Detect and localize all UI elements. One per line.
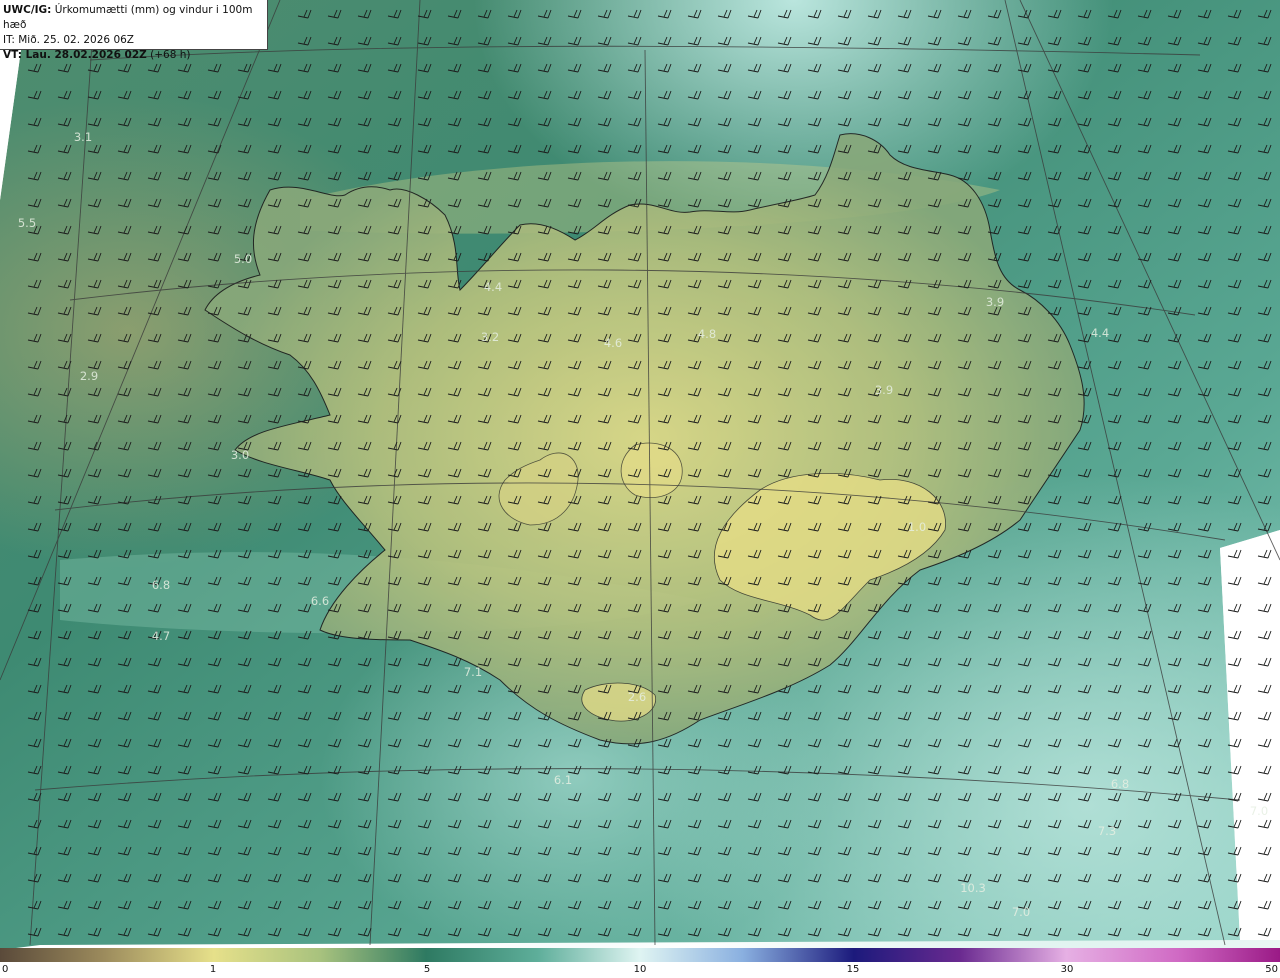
initial-time: IT: Mið. 25. 02. 2026 06Z [3, 34, 134, 46]
colorbar-tick: 50 [1265, 964, 1278, 975]
precip-value-label: 6.8 [1111, 777, 1129, 791]
colorbar-strip [0, 948, 1280, 962]
precip-value-label: 4.6 [604, 336, 622, 350]
map-viewer: 3.1 5.5 5.0 4.4 2.9 3.2 4.6 4.8 4.4 3.9 3.9 3.0 1.0 6… [0, 0, 1280, 978]
hofsjokull-outline [620, 442, 683, 499]
precip-value-label: 7.1 [464, 665, 482, 679]
precip-value-label: 6.6 [311, 594, 329, 608]
colorbar-tick: 10 [633, 964, 647, 975]
precip-value-label: 3.2 [481, 330, 499, 344]
precip-value-label: 5.5 [18, 216, 36, 230]
valid-time-line: VT: Lau. 28.02.2026 02Z (+68 h) [3, 48, 267, 63]
precipitation-wind-map: 3.1 5.5 5.0 4.4 2.9 3.2 4.6 4.8 4.4 3.9 3.9 3.0 1.0 6… [0, 0, 1280, 948]
precip-value-label: 7.0 [1012, 905, 1030, 919]
precip-value-label: 6.1 [554, 773, 572, 787]
precip-value-label: 5.0 [234, 252, 252, 266]
precip-value-label: 1.0 [908, 520, 926, 534]
precip-value-label: 4.4 [1091, 326, 1109, 340]
lead-time: (+68 h) [146, 49, 191, 61]
precip-value-label: 3.9 [986, 295, 1004, 309]
colorbar-tick: 0 [2, 964, 9, 975]
colorbar-tick: 15 [846, 964, 860, 975]
precip-value-label: 4.7 [152, 629, 170, 643]
colorbar: 0 1 5 10 15 30 50 [0, 948, 1280, 978]
precip-value-label: 4.4 [484, 280, 502, 294]
colorbar-tick: 1 [209, 964, 217, 975]
precip-value-label: 6.8 [152, 578, 170, 592]
model-name: UWC/IG: [3, 4, 52, 16]
precip-value-label: 3.9 [875, 383, 893, 397]
precip-value-label: 3.1 [74, 130, 92, 144]
map-header: UWC/IG: Úrkomumætti (mm) og vindur i 100… [0, 0, 268, 61]
title-line: UWC/IG: Úrkomumætti (mm) og vindur i 100… [3, 3, 267, 33]
precip-value-label: 7.3 [1098, 824, 1116, 838]
precip-value-label: 4.8 [698, 327, 716, 341]
precip-value-label: 2.6 [628, 690, 646, 704]
precip-value-label: 3.0 [231, 448, 249, 462]
colorbar-tick: 5 [423, 964, 431, 975]
precip-value-label: 2.9 [80, 369, 98, 383]
valid-time: VT: Lau. 28.02.2026 02Z [3, 49, 147, 61]
precip-value-label: 10.3 [960, 881, 986, 895]
colorbar-tick: 30 [1060, 964, 1074, 975]
precip-value-label: 7.0 [1250, 804, 1268, 818]
